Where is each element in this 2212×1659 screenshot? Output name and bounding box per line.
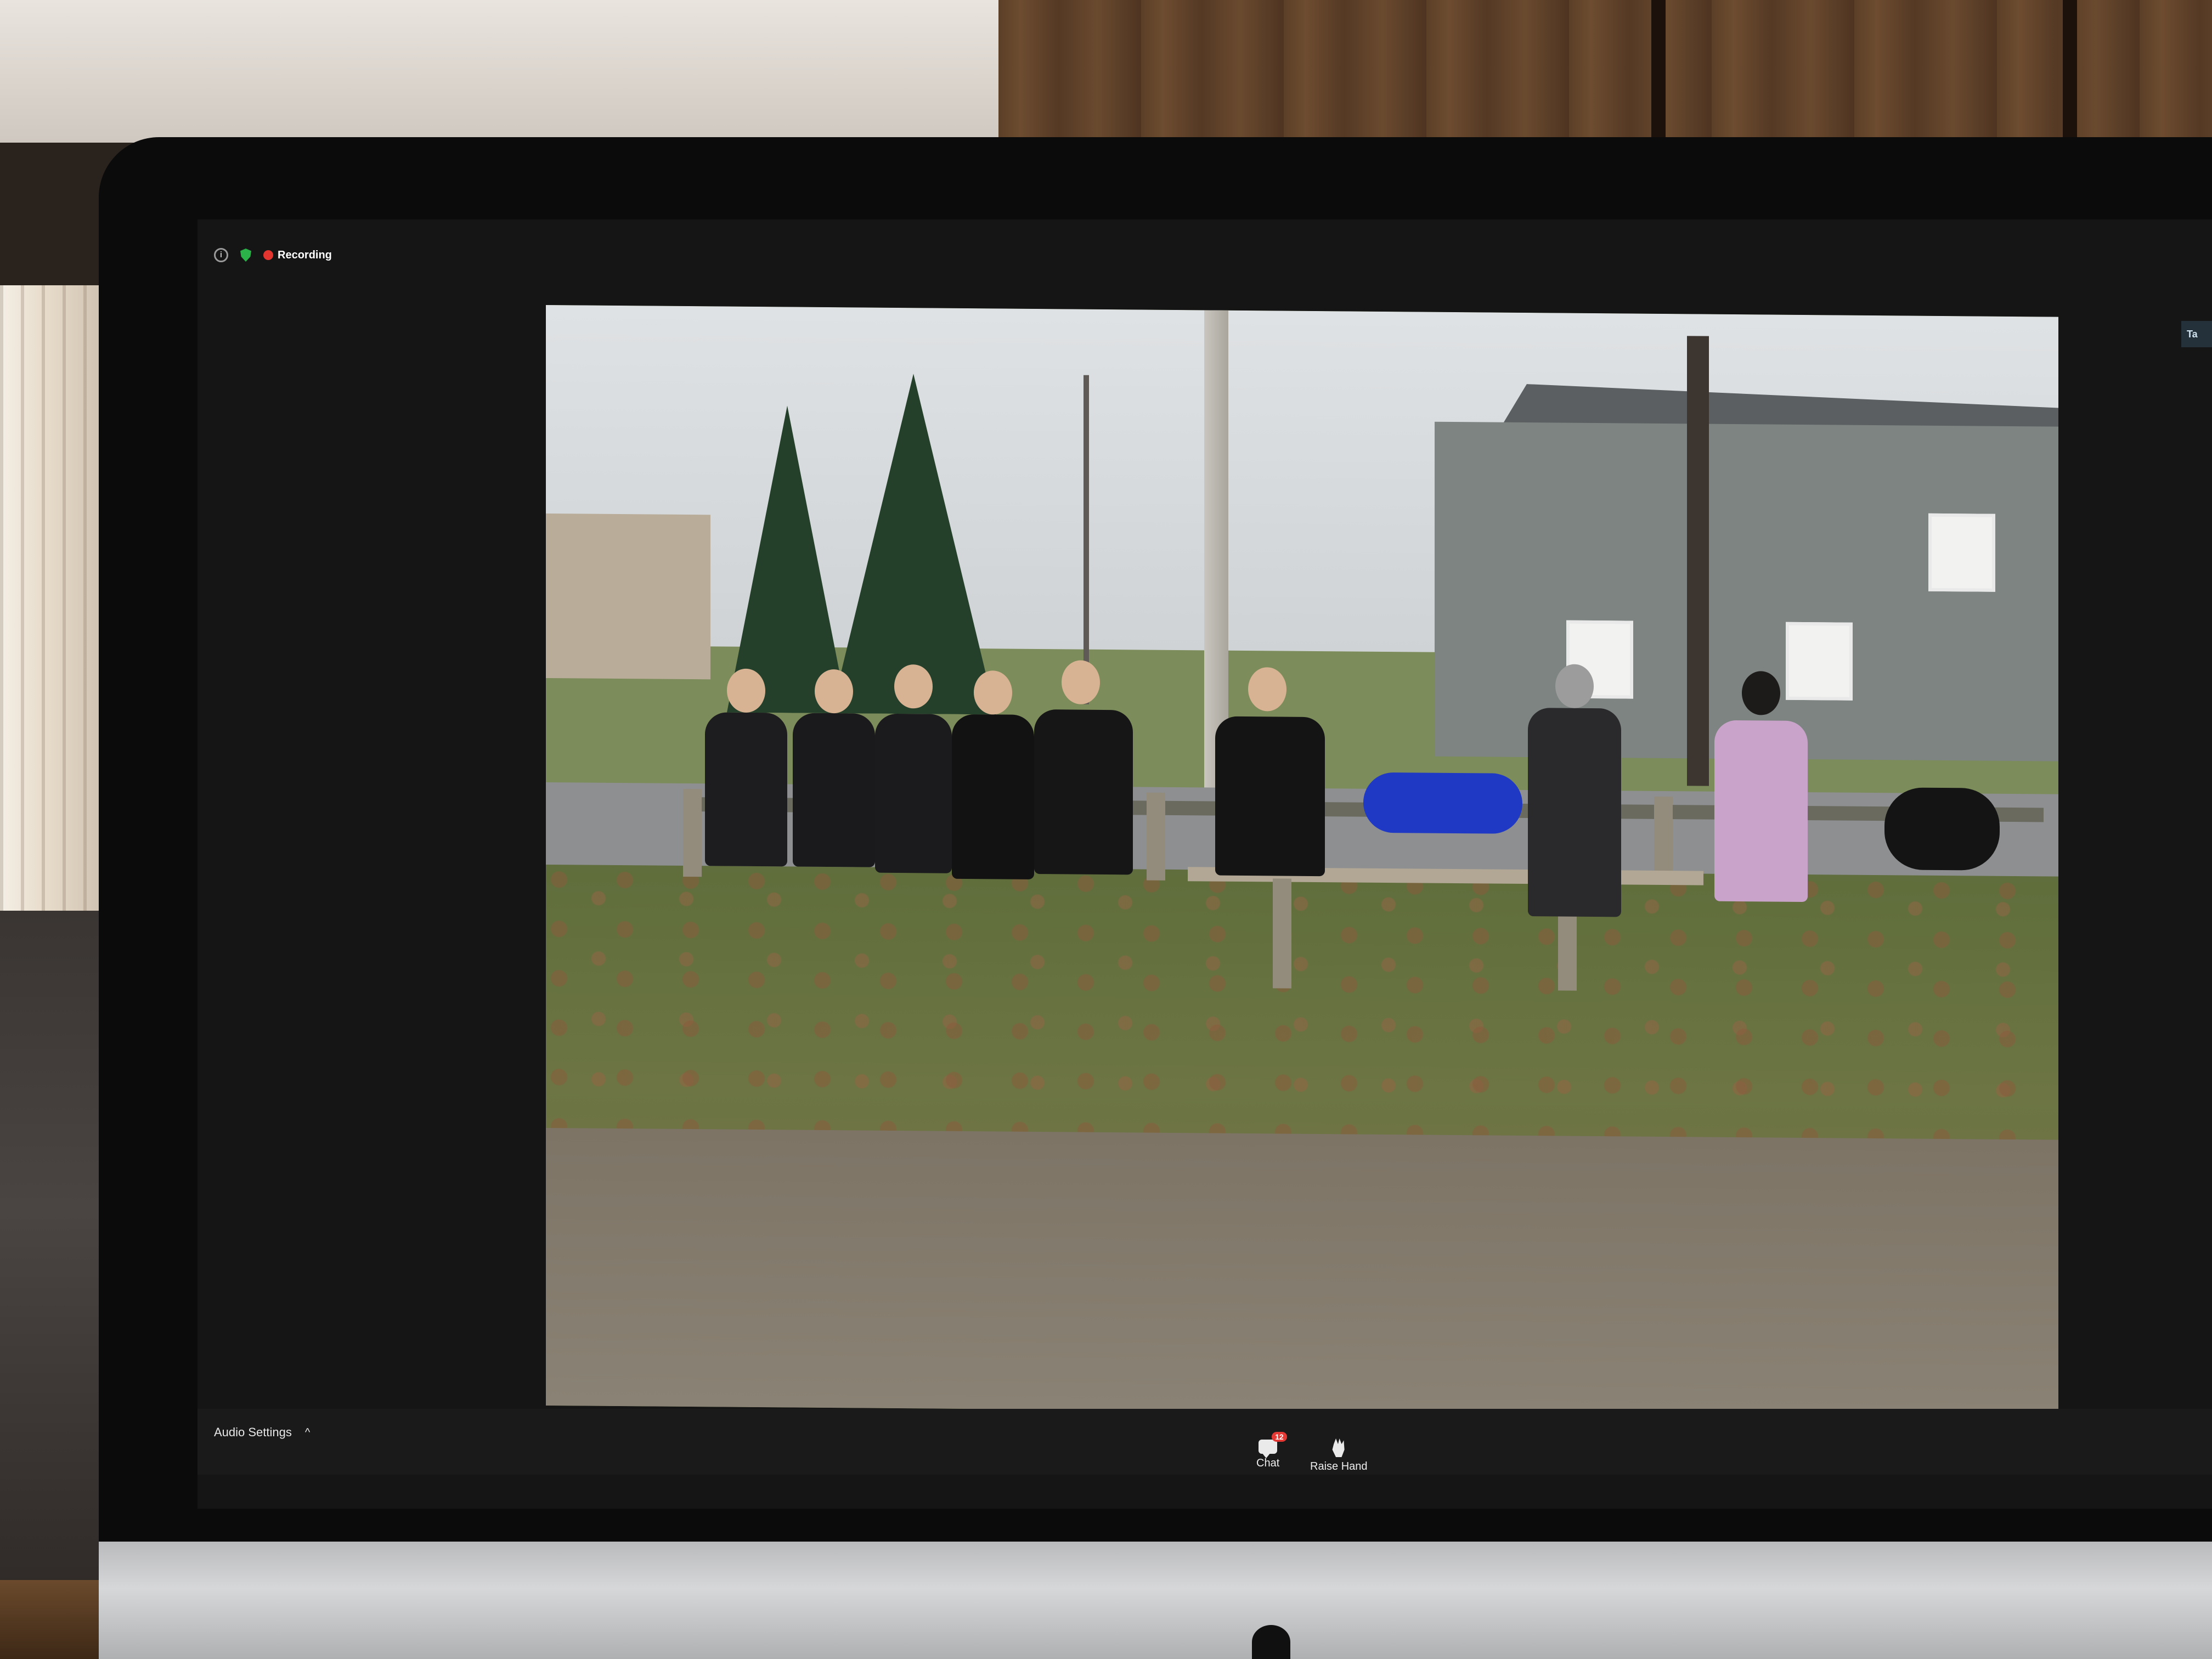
photo-person	[705, 712, 787, 867]
raise-hand-label: Raise Hand	[1310, 1460, 1368, 1472]
info-icon[interactable]: i	[214, 248, 228, 262]
room-wall	[0, 0, 998, 143]
photo-person	[1034, 709, 1133, 875]
chat-button[interactable]: 12 Chat	[1256, 1432, 1287, 1470]
photo-person-head	[1742, 671, 1780, 715]
recording-indicator[interactable]: Recording	[263, 249, 332, 262]
photo-person-head	[894, 664, 933, 709]
photo-house-window	[1786, 622, 1853, 701]
side-tab[interactable]: Ta	[2181, 321, 2212, 347]
photo-bench-leg	[1273, 878, 1291, 989]
photo-person	[1528, 708, 1621, 917]
photo-person-head	[815, 669, 853, 714]
raise-hand-button[interactable]: Raise Hand	[1310, 1438, 1368, 1473]
meeting-toolbar	[198, 1409, 2212, 1475]
chat-badge: 12	[1272, 1432, 1287, 1442]
photo-bare-tree	[1687, 336, 1709, 786]
wood-cabinet	[998, 0, 2212, 143]
photo-house-left	[546, 514, 710, 680]
shared-video	[546, 305, 2058, 1418]
photo-person-head	[727, 668, 765, 713]
photo-person-head	[1555, 664, 1594, 709]
meeting-topbar: i Recording	[214, 248, 332, 262]
couch	[0, 911, 110, 1659]
recording-label: Recording	[278, 249, 332, 261]
audio-settings-button[interactable]: Audio Settings ^	[214, 1425, 310, 1440]
caret-up-icon[interactable]: ^	[305, 1426, 310, 1439]
photo-person	[1714, 720, 1808, 902]
photo-person	[1884, 787, 2000, 871]
photo-fence-post	[1147, 792, 1165, 881]
photo-person	[793, 713, 875, 867]
photo-gravel	[546, 1128, 2058, 1418]
apple-logo-icon	[1252, 1625, 1290, 1659]
chat-icon: 12	[1259, 1432, 1287, 1458]
shield-icon[interactable]	[240, 249, 251, 262]
photo-person-head	[974, 670, 1012, 715]
monitor-chin	[99, 1542, 2212, 1659]
recording-dot-icon	[263, 250, 273, 260]
cabinet-gap	[2063, 0, 2077, 143]
photo-person-head	[1248, 667, 1286, 712]
photo-person	[875, 713, 952, 873]
raise-hand-icon	[1332, 1438, 1345, 1457]
window-blinds	[0, 285, 110, 911]
cabinet-gap	[1651, 0, 1666, 143]
chat-label: Chat	[1256, 1457, 1280, 1469]
photo-person	[1215, 716, 1325, 877]
photo-person-head	[1062, 660, 1100, 704]
photo-bare-tree	[1084, 375, 1089, 704]
photo-person	[952, 714, 1034, 879]
photo-fence-post	[683, 788, 702, 877]
photo-house-window	[1928, 513, 1995, 592]
audio-settings-label: Audio Settings	[214, 1425, 292, 1439]
photo-person	[1363, 772, 1522, 834]
